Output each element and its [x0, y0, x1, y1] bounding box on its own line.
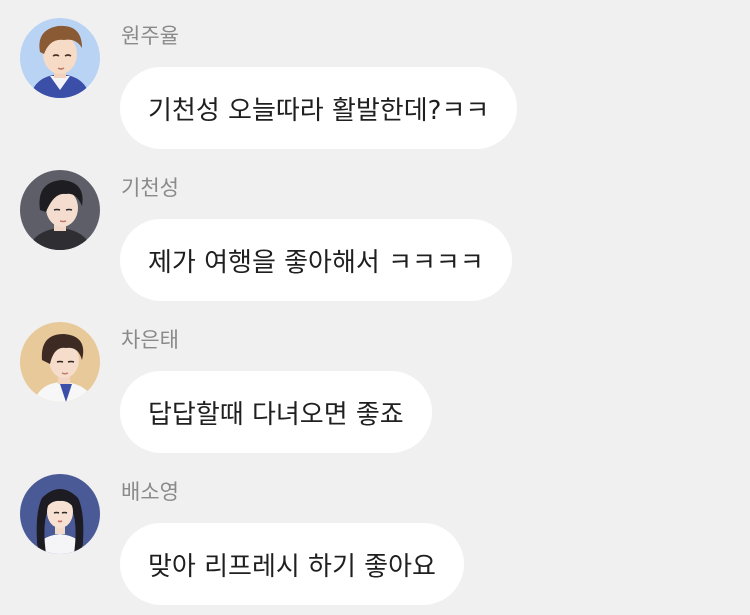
message-bubble: 기천성 오늘따라 활발한데?ㅋㅋ [120, 67, 518, 149]
male-avatar-brown-hair-white-shirt-icon [20, 322, 100, 402]
chat-message: 기천성 제가 여행을 좋아해서 ㅋㅋㅋㅋ [0, 152, 750, 304]
chat-message: 차은태 답답할때 다녀오면 좋죠 [0, 304, 750, 456]
sender-avatar[interactable] [20, 474, 100, 554]
male-avatar-brown-hair-blue-shirt-icon [20, 18, 100, 98]
sender-name: 원주율 [121, 24, 179, 48]
male-avatar-black-hair-dark-shirt-icon [20, 170, 100, 250]
sender-avatar[interactable] [20, 170, 100, 250]
chat-message: 배소영 맞아 리프레시 하기 좋아요 [0, 456, 750, 608]
sender-name: 기천성 [121, 176, 179, 200]
chat-message: 원주율 기천성 오늘따라 활발한데?ㅋㅋ [0, 0, 750, 152]
message-bubble: 맞아 리프레시 하기 좋아요 [120, 523, 464, 605]
message-bubble: 제가 여행을 좋아해서 ㅋㅋㅋㅋ [120, 219, 512, 301]
female-avatar-long-black-hair-icon [20, 474, 100, 554]
sender-name: 차은태 [121, 328, 179, 352]
sender-avatar[interactable] [20, 322, 100, 402]
chat-thread: 원주율 기천성 오늘따라 활발한데?ㅋㅋ 기천성 제가 여행을 좋아해서 ㅋㅋㅋ… [0, 0, 750, 615]
sender-name: 배소영 [121, 480, 179, 504]
sender-avatar[interactable] [20, 18, 100, 98]
message-bubble: 답답할때 다녀오면 좋죠 [120, 371, 432, 453]
